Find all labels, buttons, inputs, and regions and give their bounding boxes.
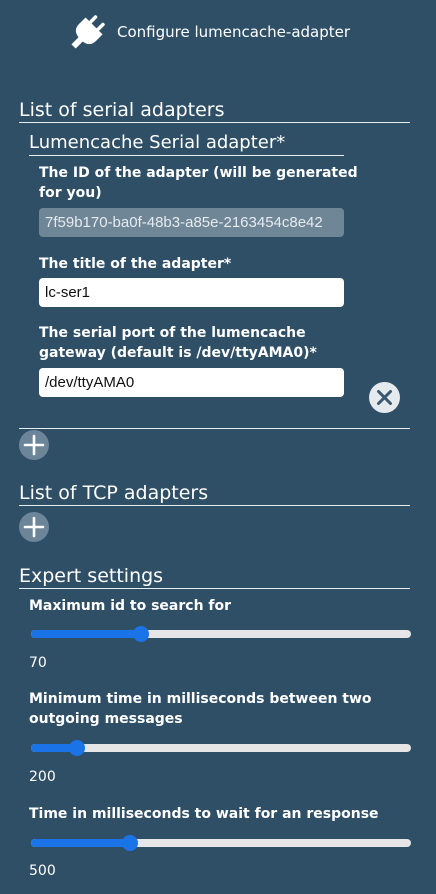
serial-section-divider: [19, 428, 410, 429]
max-id-label: Maximum id to search for: [29, 598, 232, 614]
slider-thumb[interactable]: [68, 740, 85, 756]
header: Configure lumencache-adapter: [0, 0, 436, 64]
app-title: Configure lumencache-adapter: [117, 23, 351, 41]
slider-thumb[interactable]: [121, 835, 138, 851]
close-icon: [377, 390, 392, 405]
max-id-slider[interactable]: [31, 624, 411, 644]
adapter-title-field[interactable]: [39, 278, 344, 307]
plus-icon: [23, 516, 45, 538]
min-time-value: 200: [29, 769, 56, 785]
min-time-label: Minimum time in milliseconds between two…: [29, 691, 372, 727]
slider-track: [31, 744, 411, 752]
adapter-id-label: The ID of the adapter (will be generated…: [39, 165, 358, 201]
plus-icon: [23, 434, 45, 456]
tcp-adapters-title: List of TCP adapters: [19, 481, 410, 506]
add-tcp-adapter-button[interactable]: [19, 512, 49, 542]
wait-time-label: Time in milliseconds to wait for an resp…: [29, 806, 379, 822]
slider-thumb[interactable]: [133, 626, 150, 642]
slider-fill: [31, 630, 142, 638]
serial-adapter-title: Lumencache Serial adapter*: [29, 131, 344, 156]
add-serial-adapter-button[interactable]: [19, 430, 49, 460]
max-id-value: 70: [29, 655, 47, 671]
serial-port-label: The serial port of the lumencache gatewa…: [39, 325, 317, 361]
remove-adapter-button[interactable]: [369, 382, 400, 413]
wait-time-slider[interactable]: [31, 833, 411, 853]
serial-port-field[interactable]: [39, 368, 344, 397]
slider-fill: [31, 839, 130, 847]
serial-adapters-title: List of serial adapters: [19, 98, 410, 123]
plug-icon: [71, 15, 105, 49]
min-time-slider[interactable]: [31, 738, 411, 758]
adapter-title-label: The title of the adapter*: [39, 256, 232, 272]
adapter-id-field: [39, 208, 344, 237]
expert-settings-title: Expert settings: [19, 564, 410, 589]
wait-time-value: 500: [29, 863, 56, 879]
